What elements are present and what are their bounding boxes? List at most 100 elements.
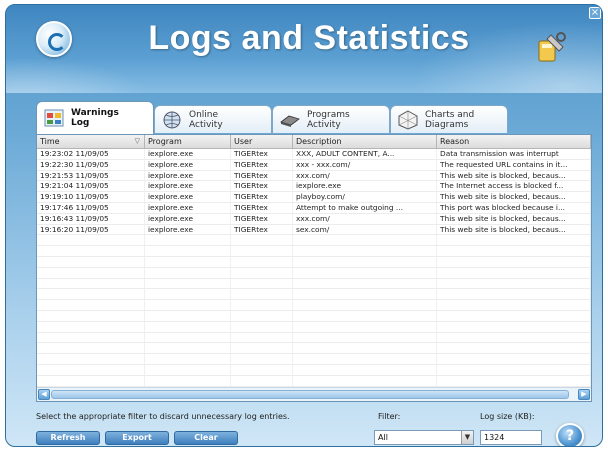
empty-cell [37,278,145,289]
export-button[interactable]: Export [105,431,169,445]
clear-button[interactable]: Clear [174,431,238,445]
cell-time: 19:22:30 11/09/05 [37,159,145,170]
cell-time: 19:16:20 11/09/05 [37,224,145,235]
empty-cell [145,278,231,289]
empty-cell [437,289,591,300]
empty-cell [145,354,231,364]
programs-activity-icon [280,115,300,127]
empty-cell [437,267,591,278]
warnings-log-icon [44,109,64,127]
cell-reason: Data transmission was interrupt [437,149,591,159]
empty-cell [293,354,437,364]
cell-description: XXX, ADULT CONTENT, A... [293,149,437,159]
cell-reason: This port was blocked because i... [437,202,591,213]
table-row-empty [37,321,591,333]
table-row[interactable]: 19:17:46 11/09/05 iexplore.exe TIGERtex Att… [37,202,591,214]
empty-cell [293,310,437,321]
tools-icon[interactable] [533,31,567,65]
empty-cell [293,364,437,375]
empty-cell [145,375,231,386]
empty-cell [37,343,145,354]
empty-cell [437,364,591,375]
column-header-description[interactable]: Description [293,135,437,148]
cell-user: TIGERtex [231,159,293,170]
cell-user: TIGERtex [231,213,293,224]
cell-time: 19:19:10 11/09/05 [37,192,145,202]
empty-cell [437,321,591,332]
cell-time: 19:23:02 11/09/05 [37,149,145,159]
empty-cell [37,256,145,267]
online-activity-icon [163,111,181,128]
scroll-thumb[interactable] [51,390,569,399]
tab-charts-diagrams[interactable]: Charts and Diagrams [390,105,508,133]
empty-cell [145,343,231,354]
empty-cell [231,321,293,332]
cell-user: TIGERtex [231,224,293,235]
scroll-left-icon[interactable]: ◀ [38,389,50,400]
chevron-down-icon[interactable]: ▼ [461,431,473,444]
table-row[interactable]: 19:21:53 11/09/05 iexplore.exe TIGERtex xxx… [37,170,591,182]
tab-label: Online Activity [189,109,223,130]
filter-value: All [378,433,388,442]
empty-cell [145,321,231,332]
empty-cell [231,246,293,256]
empty-cell [231,375,293,386]
cell-reason: This web site is blocked, becaus... [437,213,591,224]
cell-time: 19:16:43 11/09/05 [37,213,145,224]
empty-cell [437,300,591,310]
empty-cell [145,332,231,343]
empty-cell [145,364,231,375]
table-row[interactable]: 19:21:04 11/09/05 iexplore.exe TIGERtex iex… [37,181,591,193]
column-header-reason[interactable]: Reason [437,135,591,148]
table-row[interactable]: 19:23:02 11/09/05 iexplore.exe TIGERtex XXX… [37,149,591,160]
table-row[interactable]: 19:19:10 11/09/05 iexplore.exe TIGERtex pla… [37,192,591,203]
empty-cell [231,354,293,364]
tab-label: Charts and Diagrams [425,109,475,130]
table-row-empty [37,278,591,290]
empty-cell [145,235,231,246]
tab-warnings-log[interactable]: Warnings Log [36,101,154,134]
table-row-empty [37,300,591,311]
cell-description: xxx - xxx.com/ [293,159,437,170]
table-row-empty [37,235,591,247]
table-row[interactable]: 19:16:20 11/09/05 iexplore.exe TIGERtex sex… [37,224,591,236]
scroll-right-icon[interactable]: ▶ [578,389,590,400]
horizontal-scrollbar[interactable]: ◀ ▶ [37,387,591,401]
logsize-label: Log size (KB): [480,412,535,421]
cell-description: xxx.com/ [293,213,437,224]
filter-select[interactable]: All ▼ [374,430,474,445]
cell-time: 19:21:53 11/09/05 [37,170,145,181]
empty-cell [293,343,437,354]
empty-cell [437,332,591,343]
close-button[interactable]: × [589,7,601,19]
empty-cell [145,256,231,267]
tab-bar: Warnings Log Online Activity Programs Ac… [36,99,556,135]
empty-cell [231,278,293,289]
cell-program: iexplore.exe [145,149,231,159]
table-row-empty [37,332,591,344]
tab-online-activity[interactable]: Online Activity [154,105,272,133]
table-row-empty [37,375,591,387]
empty-cell [293,256,437,267]
empty-cell [437,375,591,386]
tab-label: Programs Activity [307,109,350,130]
column-header-program[interactable]: Program [145,135,231,148]
tab-programs-activity[interactable]: Programs Activity [272,105,390,133]
empty-cell [231,343,293,354]
cell-program: iexplore.exe [145,213,231,224]
empty-cell [231,310,293,321]
column-header-user[interactable]: User [231,135,293,148]
refresh-button[interactable]: Refresh [36,431,100,445]
empty-cell [293,289,437,300]
empty-cell [293,235,437,246]
cell-description: xxx.com/ [293,170,437,181]
table-row[interactable]: 19:16:43 11/09/05 iexplore.exe TIGERtex xxx… [37,213,591,225]
table-row-empty [37,354,591,365]
empty-cell [293,300,437,310]
help-button[interactable]: ? [556,423,584,446]
logsize-field[interactable]: 1324 [480,430,542,445]
cell-program: iexplore.exe [145,159,231,170]
table-row[interactable]: 19:22:30 11/09/05 iexplore.exe TIGERtex xxx… [37,159,591,171]
warnings-log-panel: Time ▽ Program User Description Reason 1… [36,134,592,402]
column-header-time[interactable]: Time ▽ [37,135,145,148]
